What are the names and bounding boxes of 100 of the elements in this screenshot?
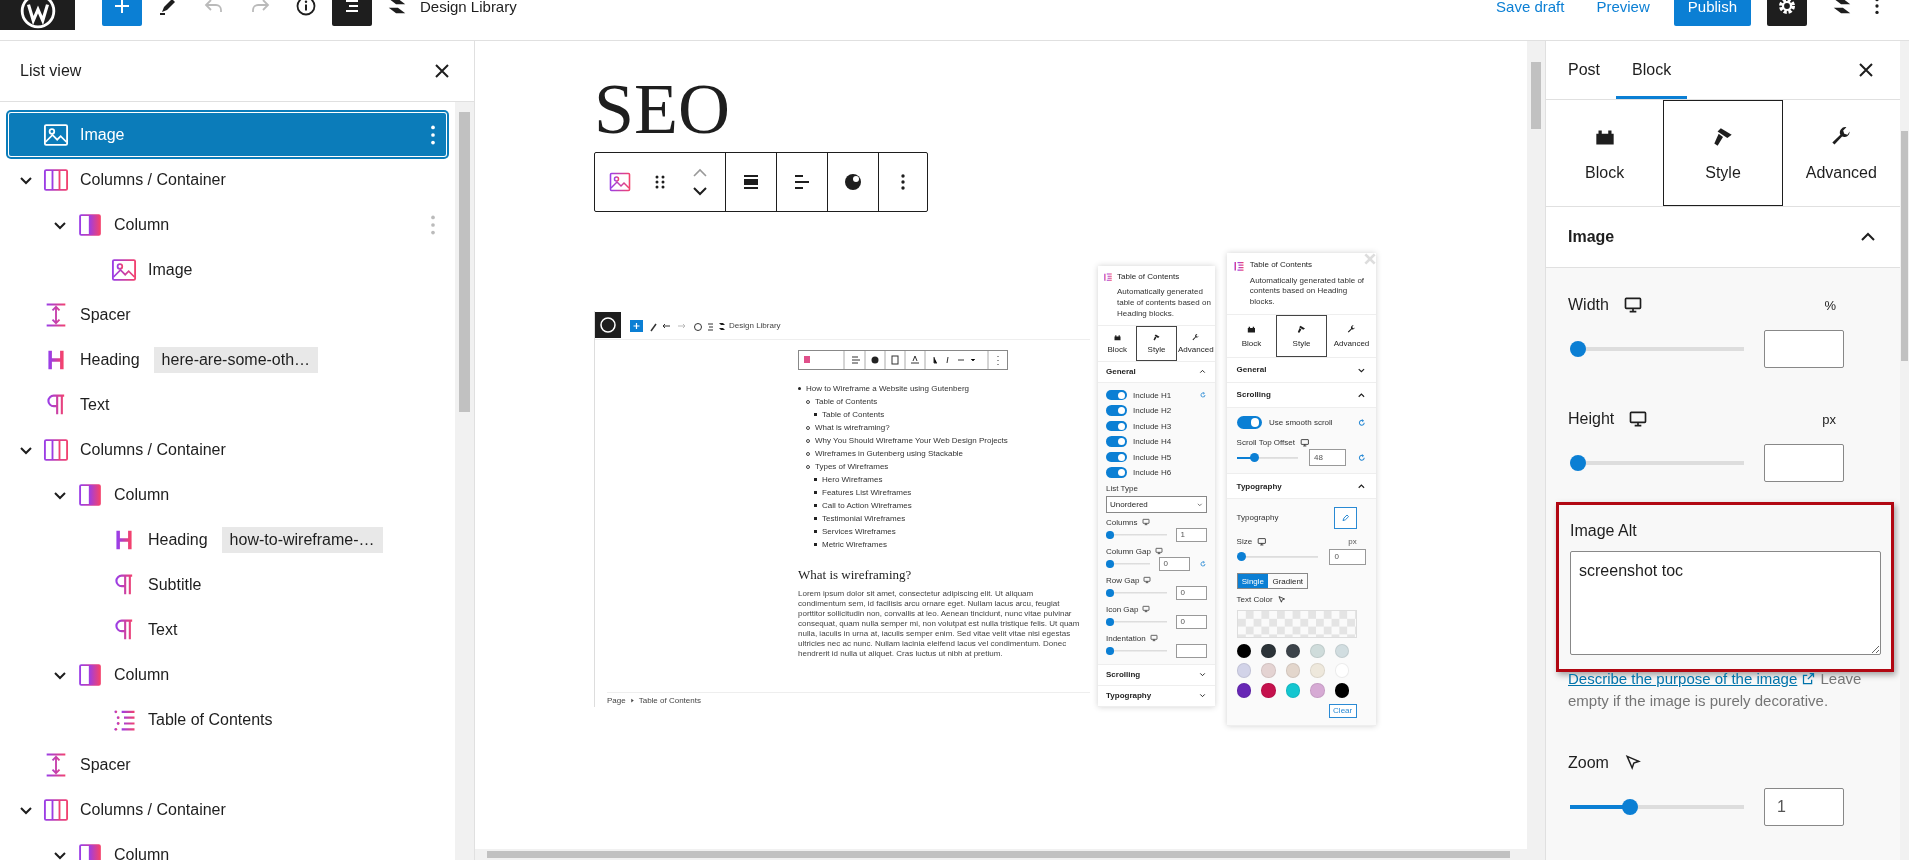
slider-thumb[interactable] — [1570, 455, 1586, 471]
section-header[interactable]: General — [1098, 361, 1215, 383]
tree-item[interactable]: Heading how-to-wireframe-… — [8, 517, 447, 562]
desktop-icon — [1299, 437, 1310, 448]
design-library-link[interactable]: Design Library — [420, 0, 517, 15]
section-header[interactable]: Scrolling — [1227, 382, 1376, 408]
brick-icon — [1246, 324, 1257, 336]
close-icon — [1362, 251, 1378, 267]
tree-item[interactable]: Column — [8, 202, 447, 247]
desktop-icon — [1628, 409, 1649, 429]
toc-link: Services Wireframes — [822, 527, 896, 536]
bullet-icon — [814, 543, 817, 546]
tree-item[interactable]: Text — [8, 607, 447, 652]
field-label: Text Color — [1236, 595, 1273, 605]
unit-label: px — [1348, 537, 1357, 547]
tree-item[interactable]: Heading here-are-some-oth… — [8, 337, 447, 382]
toggle-label: Include H2 — [1133, 406, 1172, 416]
pencil-icon — [1340, 513, 1351, 523]
section-header[interactable]: Scrolling — [1098, 664, 1215, 686]
list-icon — [1103, 272, 1113, 282]
scrollbar[interactable] — [475, 849, 1527, 860]
publish-button[interactable]: Publish — [1673, 0, 1751, 26]
tree-item[interactable]: Spacer — [8, 292, 447, 337]
toggle-label: Use smooth scroll — [1268, 418, 1333, 428]
desktop-icon — [1256, 537, 1267, 547]
select-field: Unordered — [1106, 496, 1207, 514]
brush-icon — [1152, 332, 1161, 342]
panel-tab[interactable]: Style — [1136, 325, 1177, 361]
section-title: General — [1106, 367, 1136, 377]
tree-item[interactable]: Subtitle — [8, 562, 447, 607]
scrollbar[interactable] — [1900, 41, 1909, 860]
section-header[interactable]: Typography — [1098, 685, 1215, 707]
sidebar-tab[interactable]: Block — [1616, 41, 1688, 99]
external-link-icon — [1801, 671, 1817, 686]
alt-text-field[interactable]: screenshot toc — [1570, 551, 1881, 655]
sidebar-tab[interactable]: Post — [1552, 41, 1616, 99]
slider-thumb[interactable] — [1570, 341, 1586, 357]
slider-fill — [1236, 456, 1252, 459]
tree-item[interactable]: Column — [8, 652, 447, 697]
toggle-label: Include H1 — [1133, 390, 1172, 400]
number-field: 48 — [1308, 449, 1346, 467]
toc-link: Call to Action Wireframes — [822, 501, 912, 510]
number-field[interactable] — [1764, 444, 1844, 482]
field-label: Image Alt — [1570, 522, 1637, 540]
breadcrumb-item: Page — [607, 695, 626, 705]
tree-item[interactable]: Image — [8, 247, 447, 292]
scrollbar[interactable] — [455, 102, 474, 860]
style-tab[interactable]: Style — [1663, 100, 1783, 206]
field-label: Zoom — [1568, 754, 1609, 772]
slider-thumb[interactable] — [1622, 799, 1639, 815]
preview-button[interactable]: Preview — [1596, 0, 1650, 15]
desktop-icon — [1149, 634, 1158, 643]
field-label: Columns — [1106, 517, 1138, 527]
section-title: Scrolling — [1236, 390, 1271, 400]
toc-link: Why You Should Wireframe Your Web Design Projects — [815, 436, 1008, 445]
block-description: Automatically generated table of contents based on Heading blocks. — [1117, 287, 1211, 320]
panel-tab[interactable]: Advanced — [1327, 314, 1376, 357]
number-field[interactable]: 1 — [1764, 788, 1844, 826]
section-title: Typography — [1106, 691, 1152, 701]
tree-item[interactable]: Spacer — [8, 742, 447, 787]
tree-item[interactable]: Table of Contents — [8, 697, 447, 742]
toggle-label: Include H4 — [1133, 437, 1172, 447]
bullet-icon — [814, 413, 817, 416]
number-field[interactable] — [1764, 330, 1844, 368]
panel-tab[interactable]: Advanced — [1176, 325, 1215, 361]
tree-item[interactable]: Image — [8, 112, 447, 157]
toc-link: Features List Wireframes — [822, 488, 912, 497]
page-heading: SEO — [594, 69, 732, 149]
bullet-icon — [814, 517, 817, 520]
tree-item[interactable]: Columns / Container — [8, 787, 447, 832]
toggle-label: Include H5 — [1133, 452, 1172, 462]
brick-icon — [1112, 332, 1122, 342]
chevron-icon — [1195, 501, 1203, 509]
tree-item[interactable]: Column — [8, 472, 447, 517]
help-link[interactable]: Describe the purpose of the image — [1568, 670, 1817, 687]
style-tab[interactable]: Advanced — [1782, 100, 1900, 206]
section-header[interactable]: General — [1227, 357, 1376, 383]
tree-item[interactable]: Columns / Container — [8, 427, 447, 472]
desktop-icon — [1142, 605, 1151, 614]
number-field: 0 — [1329, 548, 1367, 566]
brush-icon — [1296, 324, 1307, 336]
tree-item[interactable]: Text — [8, 382, 447, 427]
block-title: Table of Contents — [1249, 260, 1314, 270]
chevron-icon — [629, 697, 635, 703]
toc-link: Table of Contents — [822, 410, 885, 419]
more-options-icon[interactable] — [1873, 0, 1881, 17]
tree-item[interactable]: Columns / Container — [8, 157, 447, 202]
image-icon — [608, 170, 632, 194]
style-tab[interactable]: Block — [1546, 100, 1664, 206]
number-field: 1 — [1176, 527, 1207, 542]
tree-item[interactable]: Column — [8, 832, 447, 860]
save-draft-button[interactable]: Save draft — [1496, 0, 1565, 15]
panel-tab[interactable]: Style — [1276, 314, 1327, 357]
number-field: 0 — [1176, 614, 1207, 629]
scrollbar[interactable] — [1527, 41, 1545, 860]
panel-tab[interactable]: Block — [1098, 325, 1137, 361]
bullet-icon — [814, 491, 817, 494]
panel-tab[interactable]: Block — [1227, 314, 1276, 357]
section-title: Scrolling — [1106, 670, 1141, 680]
section-title: General — [1236, 365, 1267, 375]
